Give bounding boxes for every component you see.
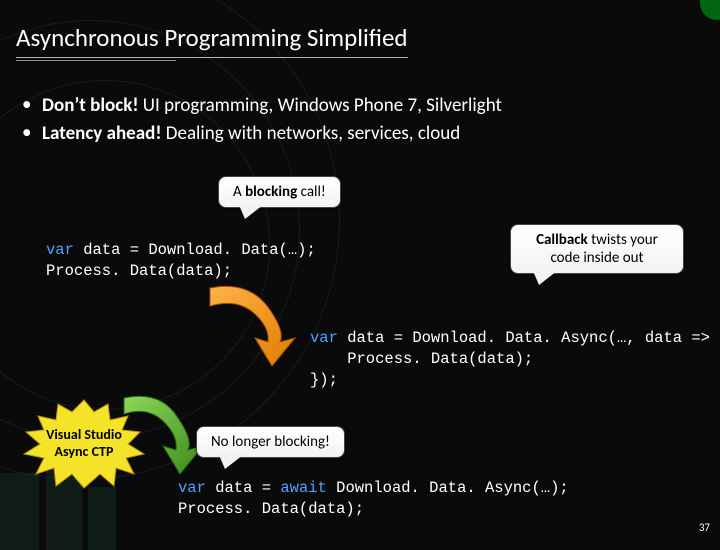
code-keyword: var [310, 329, 338, 347]
bullet-text: UI programming, Windows Phone 7, Silverl… [139, 94, 502, 117]
code-text: }); [310, 371, 338, 389]
starburst-line: Visual Studio [46, 427, 122, 444]
bullet-bold: Latency ahead! [42, 122, 162, 145]
title-underline [16, 60, 176, 61]
code-text: Download. Data. Async(…); [327, 479, 569, 497]
code-keyword: var [178, 479, 206, 497]
callout-text: call! [297, 183, 326, 201]
callout-line: Callback twists your [525, 231, 669, 249]
starburst-label: Visual Studio Async CTP [46, 427, 122, 461]
callout-callback: Callback twists your code inside out [510, 224, 684, 274]
bullet-item: Latency ahead! Dealing with networks, se… [22, 120, 502, 148]
code-block-await: var data = await Download. Data. Async(…… [178, 478, 569, 520]
code-text: Process. Data(data); [46, 262, 232, 280]
callout-blocking: A blocking call! [218, 176, 341, 208]
page-number: 37 [699, 521, 710, 534]
callout-nonblocking: No longer blocking! [196, 426, 345, 458]
code-keyword: var [46, 241, 74, 259]
callout-text: A [233, 183, 245, 201]
starburst-badge: Visual Studio Async CTP [14, 398, 154, 490]
starburst-line: Async CTP [46, 444, 122, 461]
callout-bold: blocking [245, 183, 297, 201]
code-text: data = [206, 479, 280, 497]
bullet-list: Don’t block! UI programming, Windows Pho… [22, 92, 502, 147]
code-block-callback: var data = Download. Data. Async(…, data… [310, 328, 720, 391]
callout-bold: Callback [536, 231, 588, 249]
bullet-item: Don’t block! UI programming, Windows Pho… [22, 92, 502, 120]
slide-title: Asynchronous Programming Simplified [16, 22, 408, 58]
bullet-bold: Don’t block! [42, 94, 139, 117]
callout-text: twists your [588, 231, 658, 249]
code-text: data = Download. Data(…); [74, 241, 316, 259]
code-text: Process. Data(data); [178, 500, 364, 518]
code-keyword: await [280, 479, 327, 497]
callout-line: code inside out [525, 249, 669, 267]
corner-decoration [700, 0, 720, 20]
code-text: data = Download. Data. Async(…, data => … [338, 329, 720, 347]
code-text: Process. Data(data); [310, 350, 533, 368]
code-block-sync: var data = Download. Data(…); Process. D… [46, 240, 316, 282]
bullet-text: Dealing with networks, services, cloud [162, 122, 461, 145]
arrow-icon [200, 280, 320, 370]
